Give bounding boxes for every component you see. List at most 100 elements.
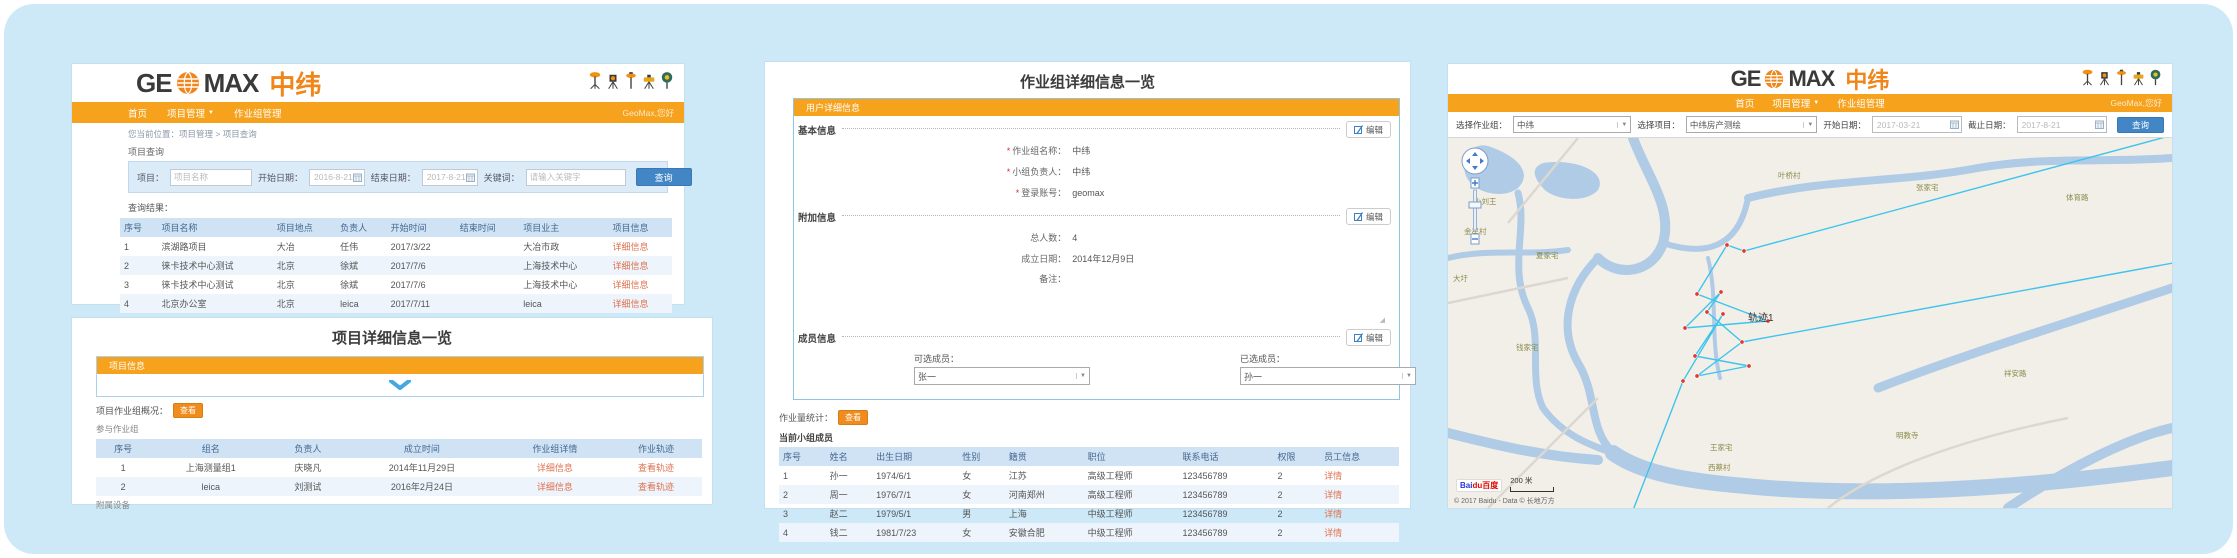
table-cell: 北京 [273, 256, 336, 275]
start-date-input[interactable]: 2017-03-21 [1872, 116, 1962, 133]
start-date-input[interactable]: 2016-8-21 [309, 169, 365, 186]
selected-members-select[interactable]: 孙一▼ [1240, 367, 1416, 385]
project-select[interactable]: 中纬房产测绘▼ [1686, 116, 1817, 133]
members-table: 序号姓名出生日期性别籍贯职位联系电话权限员工信息1孙一1974/6/1女江苏高级… [779, 447, 1399, 542]
required-asterisk: * [1016, 188, 1020, 198]
start-date-label: 开始日期： [258, 171, 303, 184]
track-marker[interactable] [1740, 340, 1744, 344]
table-row: 2周一1976/7/1女河南郑州高级工程师1234567892详情 [779, 485, 1399, 504]
table-cell: 2 [1274, 523, 1321, 542]
place-label: 体育路 [2066, 192, 2089, 202]
table-cell: 1 [779, 466, 826, 485]
track-marker[interactable] [1742, 249, 1746, 253]
table-cell: 中级工程师 [1084, 504, 1179, 523]
keyword-input[interactable] [526, 169, 626, 186]
place-label: 张家宅 [1916, 182, 1939, 192]
nav-project-management[interactable]: 项目管理▼ [167, 106, 214, 120]
table-link[interactable]: 详情 [1324, 471, 1342, 481]
map-view[interactable]: 轨迹1小刘王金星村夏家宅大圩钱家宅叶桥村张家宅体育路祥安路王家宅西蔡村明教寺 [1448, 137, 2172, 508]
track-marker[interactable] [1695, 374, 1699, 378]
track-marker[interactable] [1721, 312, 1725, 316]
geomax-logo: GE MAX 中纬 [136, 65, 321, 102]
end-date-input[interactable]: 2017-8-21 [2017, 116, 2107, 133]
edit-basic-button[interactable]: 编辑 [1346, 121, 1391, 138]
table-link[interactable]: 详情 [1324, 528, 1342, 538]
edit-member-button[interactable]: 编辑 [1346, 329, 1391, 346]
table-cell: 2 [96, 477, 150, 496]
table-link[interactable]: 详细信息 [613, 242, 649, 252]
track-marker[interactable] [1695, 292, 1699, 296]
map-navigation-control[interactable] [1458, 146, 1492, 250]
place-label: 钱家宅 [1516, 342, 1539, 352]
nav-workgroup-management[interactable]: 作业组管理 [1837, 96, 1885, 110]
nav-home[interactable]: 首页 [128, 106, 147, 120]
track-marker[interactable] [1747, 364, 1751, 368]
end-date-label: 截止日期： [1968, 119, 2011, 131]
table-cell: 详细信息 [609, 237, 672, 256]
table-cell: 安徽合肥 [1005, 523, 1084, 542]
track-polyline [1742, 261, 2172, 342]
table-link[interactable]: 详细信息 [537, 463, 573, 473]
edit-extra-button[interactable]: 编辑 [1346, 208, 1391, 225]
track-marker[interactable] [1681, 379, 1685, 383]
table-link[interactable]: 查看轨迹 [638, 463, 674, 473]
table-link[interactable]: 详细信息 [613, 261, 649, 271]
nav-workgroup-management[interactable]: 作业组管理 [234, 106, 282, 120]
search-button[interactable]: 查询 [636, 168, 692, 186]
prism-icon [2149, 68, 2162, 86]
table-cell: 4 [779, 523, 826, 542]
map-search-button[interactable]: 查询 [2117, 117, 2164, 133]
column-header: 成立时间 [344, 439, 499, 458]
table-cell: 3 [779, 504, 826, 523]
table-link[interactable]: 详细信息 [537, 482, 573, 492]
field-value: geomax [1066, 188, 1104, 198]
end-date-input[interactable]: 2017-8-21 [422, 169, 478, 186]
table-row: 3赵二1979/5/1男上海中级工程师1234567892详情 [779, 504, 1399, 523]
column-header: 负责人 [271, 439, 344, 458]
globe-icon [176, 71, 200, 95]
table-link[interactable]: 详细信息 [613, 280, 649, 290]
select-value: 中纬房产测绘 [1690, 119, 1741, 131]
table-link[interactable]: 详情 [1324, 490, 1342, 500]
field-value: 4 [1066, 233, 1077, 243]
column-header: 序号 [779, 447, 826, 466]
table-link[interactable]: 查看轨迹 [638, 482, 674, 492]
projects-table: 序号项目名称项目地点负责人开始时间结束时间项目业主项目信息1滨湖路项目大冶任伟2… [120, 218, 672, 313]
table-row: 4北京办公室北京leica2017/7/11leica详细信息 [120, 294, 672, 313]
logo-text-max: MAX [1788, 66, 1834, 92]
view-stats-button[interactable]: 查看 [838, 410, 868, 425]
collapse-toggle[interactable] [97, 374, 703, 396]
track-marker[interactable] [1719, 290, 1723, 294]
divider [842, 214, 1340, 216]
track-marker[interactable] [1705, 310, 1709, 314]
table-row: 1上海测量组1庆晓凡2014年11月29日详细信息查看轨迹 [96, 458, 702, 477]
table-link[interactable]: 详细信息 [613, 299, 649, 309]
column-header: 姓名 [826, 447, 873, 466]
globe-icon [1764, 69, 1784, 89]
available-members-select[interactable]: 张一▼ [914, 367, 1090, 385]
table-cell: 详细信息 [609, 294, 672, 313]
table-cell: 上海技术中心 [519, 256, 608, 275]
breadcrumb: 您当前位置：项目管理 > 项目查询 [72, 123, 684, 141]
track-marker[interactable] [1725, 243, 1729, 247]
map-copyright: © 2017 Baidu - Data © 长地万方 [1454, 496, 1555, 506]
table-cell: 大冶市政 [519, 237, 608, 256]
workgroup-select[interactable]: 中纬▼ [1513, 116, 1631, 133]
total-station-icon [606, 70, 620, 90]
nav-project-management[interactable]: 项目管理▼ [1772, 96, 1819, 110]
table-link[interactable]: 详情 [1324, 509, 1342, 519]
table-cell: 123456789 [1179, 523, 1274, 542]
field-value: 2014年12月9日 [1066, 252, 1134, 265]
nav-home[interactable]: 首页 [1735, 96, 1754, 110]
place-label: 明教寺 [1896, 430, 1919, 440]
view-overview-button[interactable]: 查看 [173, 403, 203, 418]
table-cell: 3 [120, 275, 157, 294]
project-input[interactable] [170, 169, 252, 186]
place-label: 叶桥村 [1778, 170, 1801, 180]
resize-handle-icon[interactable]: ◢ [1380, 316, 1385, 324]
track-label: 轨迹1 [1748, 311, 1774, 324]
track-marker[interactable] [1683, 326, 1687, 330]
attached-devices-label: 附属设备 [72, 496, 712, 513]
track-marker[interactable] [1693, 354, 1697, 358]
selected-members-label: 已选成员： [1240, 352, 1416, 365]
